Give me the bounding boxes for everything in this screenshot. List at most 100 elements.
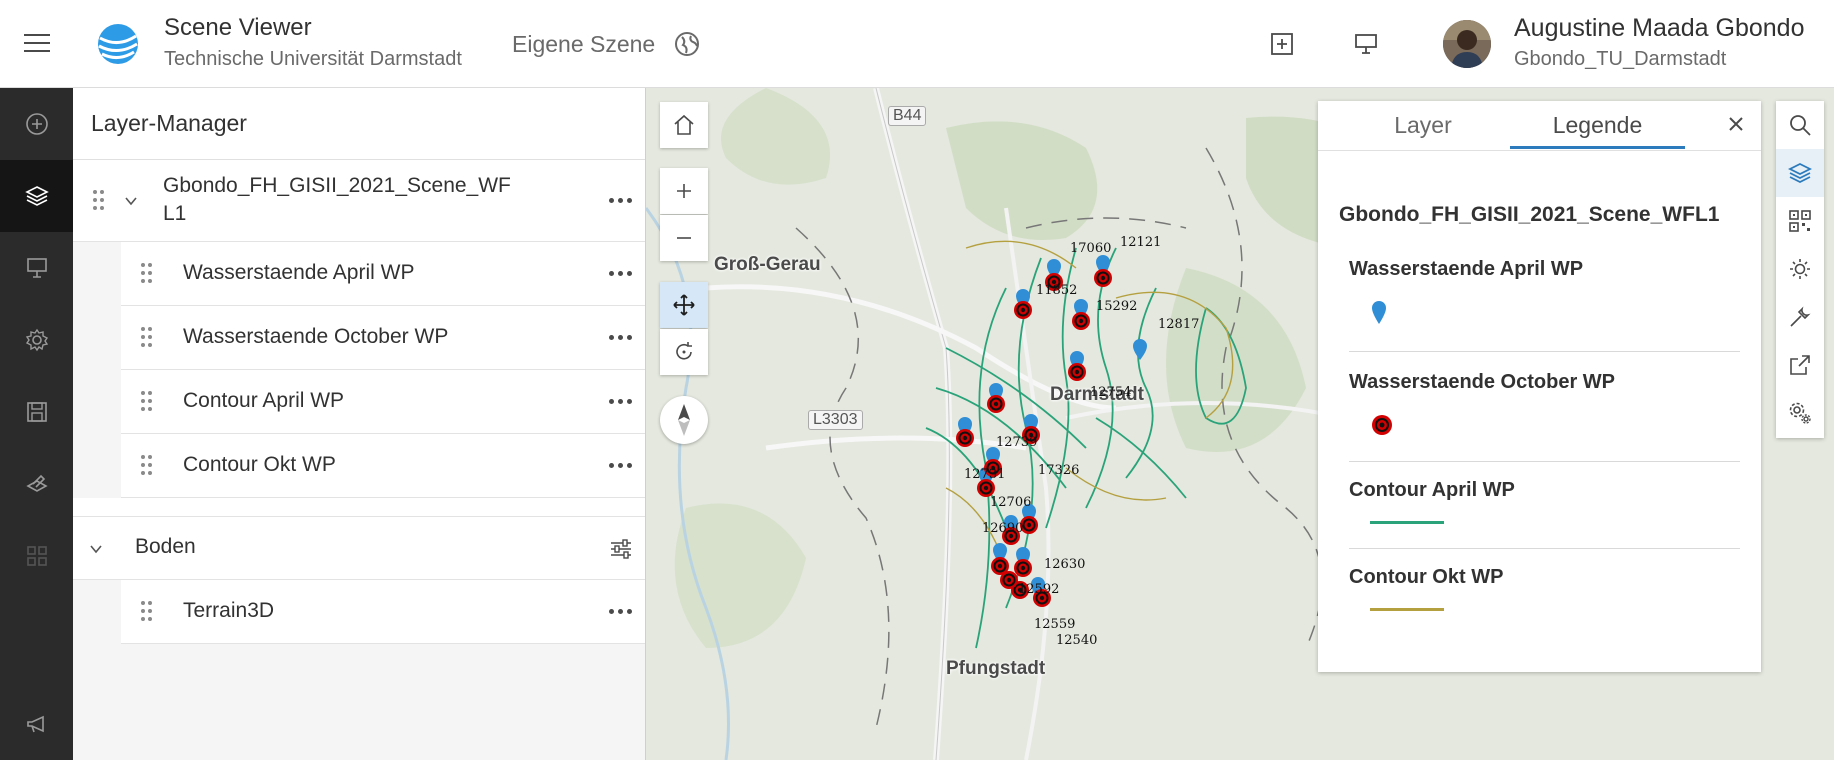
layer-item[interactable]: Wasserstaende October WP [121, 306, 645, 370]
globe-icon[interactable] [674, 31, 700, 57]
legend-layer-title: Gbondo_FH_GISII_2021_Scene_WFL1 [1339, 203, 1720, 226]
qr-icon [1789, 210, 1811, 232]
layer-label: Wasserstaende October WP [183, 325, 449, 348]
save-icon[interactable] [0, 376, 73, 448]
well-label: 12706 [990, 495, 1031, 510]
well-label: 12739 [996, 435, 1037, 450]
layer-group-label: Gbondo_FH_GISII_2021_Scene_WF [163, 174, 511, 197]
drag-handle-icon[interactable] [141, 601, 153, 623]
drag-handle-icon[interactable] [93, 190, 105, 212]
more-options-icon[interactable] [609, 198, 633, 204]
drag-handle-icon[interactable] [141, 263, 153, 285]
add-circle-icon[interactable] [0, 88, 73, 160]
tan-line-symbol [1370, 608, 1444, 611]
settings-button[interactable] [1776, 389, 1824, 437]
grid-icon [0, 520, 73, 592]
layer-group-label-cont: L1 [163, 202, 187, 225]
legend-item-title: Wasserstaende April WP [1349, 258, 1584, 280]
daylight-icon [1790, 259, 1810, 279]
layers-icon[interactable] [0, 160, 73, 232]
layers-button[interactable] [1776, 149, 1824, 197]
legend-item-title: Contour Okt WP [1349, 566, 1504, 588]
well-october-marker[interactable] [1000, 571, 1018, 589]
right-toolbar [1776, 101, 1824, 438]
well-label: 11852 [1036, 283, 1077, 298]
user-id: Gbondo_TU_Darmstadt [1514, 48, 1727, 70]
well-october-marker[interactable] [1094, 269, 1112, 287]
well-april-pin[interactable] [1133, 339, 1147, 360]
drag-handle-icon[interactable] [141, 327, 153, 349]
settings-icon[interactable] [0, 304, 73, 376]
rotate-icon [676, 342, 692, 360]
tab-divider [1318, 150, 1761, 151]
close-icon[interactable] [1725, 113, 1747, 135]
layer-manager-title: Layer-Manager [73, 88, 645, 160]
more-options-icon[interactable] [609, 609, 633, 615]
layer-label: Contour April WP [183, 389, 345, 412]
compass-button[interactable] [660, 396, 708, 444]
app-subtitle: Technische Universität Darmstadt [164, 48, 462, 70]
scene-viewer-logo [98, 24, 138, 64]
zoom-out-button[interactable] [660, 215, 708, 261]
share-button[interactable] [1776, 341, 1824, 389]
minus-icon [677, 237, 691, 239]
megaphone-icon[interactable] [0, 688, 73, 760]
layer-item[interactable]: Contour April WP [121, 370, 645, 434]
layer-group-wfl1[interactable]: Gbondo_FH_GISII_2021_Scene_WF L1 [73, 160, 645, 242]
layer-group-boden[interactable]: Boden [73, 516, 645, 580]
well-label: 12731 [964, 467, 1005, 482]
layer-label: Contour Okt WP [183, 453, 336, 476]
more-options-icon[interactable] [609, 399, 633, 405]
more-options-icon[interactable] [609, 463, 633, 469]
chevron-down-icon[interactable] [124, 194, 138, 208]
well-label: 12630 [1044, 557, 1085, 572]
compass-icon [678, 404, 690, 436]
pan-button[interactable] [660, 282, 708, 328]
green-line-symbol [1370, 521, 1444, 524]
menu-icon[interactable] [24, 34, 50, 54]
layer-group-label: Boden [135, 535, 196, 558]
layer-item[interactable]: Contour Okt WP [121, 434, 645, 498]
more-options-icon[interactable] [609, 335, 633, 341]
legend-divider [1349, 351, 1740, 352]
well-label: 17060 [1070, 241, 1111, 256]
share-icon [1790, 355, 1810, 375]
home-button[interactable] [660, 102, 708, 148]
tab-layer[interactable]: Layer [1348, 101, 1498, 149]
move-icon [673, 294, 695, 316]
well-label: 12690 [982, 521, 1023, 536]
zoom-in-button[interactable] [660, 168, 708, 214]
measure-button[interactable] [1776, 293, 1824, 341]
well-october-marker[interactable] [987, 395, 1005, 413]
group-spacer [73, 498, 645, 516]
daylight-button[interactable] [1776, 245, 1824, 293]
wrench-icon [1790, 306, 1811, 327]
rotate-button[interactable] [660, 329, 708, 375]
chevron-down-icon[interactable] [89, 542, 103, 556]
well-label: 12817 [1158, 317, 1199, 332]
well-october-marker[interactable] [956, 429, 974, 447]
layer-item[interactable]: Wasserstaende April WP [121, 242, 645, 306]
well-october-marker[interactable] [1014, 301, 1032, 319]
analysis-icon[interactable] [0, 448, 73, 520]
presentation-icon[interactable] [1354, 32, 1378, 56]
search-button[interactable] [1776, 101, 1824, 149]
layer-item[interactable]: Terrain3D [121, 580, 645, 644]
well-label: 12592 [1018, 582, 1059, 597]
drag-handle-icon[interactable] [141, 391, 153, 413]
sliders-icon[interactable] [609, 537, 633, 561]
well-label: 12559 [1034, 617, 1075, 632]
add-icon[interactable] [1270, 32, 1294, 56]
well-october-marker[interactable] [1072, 312, 1090, 330]
slides-icon[interactable] [0, 232, 73, 304]
tab-legende[interactable]: Legende [1510, 101, 1685, 149]
well-label: 12540 [1056, 633, 1097, 648]
qr-button[interactable] [1776, 197, 1824, 245]
well-october-marker[interactable] [1068, 363, 1086, 381]
drag-handle-icon[interactable] [141, 455, 153, 477]
scene-name[interactable]: Eigene Szene [512, 31, 655, 58]
legend-panel: Layer Legende Gbondo_FH_GISII_2021_Scene… [1318, 101, 1761, 672]
user-avatar[interactable] [1443, 20, 1491, 68]
well-october-marker[interactable] [1014, 559, 1032, 577]
more-options-icon[interactable] [609, 271, 633, 277]
